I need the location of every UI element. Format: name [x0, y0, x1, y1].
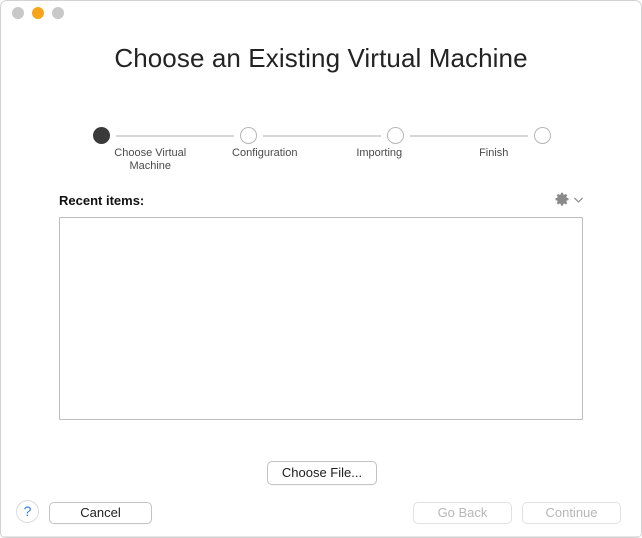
gear-menu-button[interactable] [554, 192, 583, 208]
step-label-configuration: Configuration [232, 147, 298, 159]
recent-items-empty-area [60, 218, 582, 419]
traffic-light-group [12, 7, 64, 19]
step-connector-3 [410, 134, 528, 137]
minimize-button-icon[interactable] [32, 7, 44, 19]
step-node-choose-virtual-machine [93, 127, 110, 144]
cancel-button[interactable]: Cancel [49, 502, 152, 524]
step-indicator: Choose Virtual Machine Configuration Imp… [93, 127, 551, 177]
step-node-finish [534, 127, 551, 144]
close-button-icon[interactable] [12, 7, 24, 19]
help-button[interactable]: ? [16, 500, 39, 523]
step-indicator-labels: Choose Virtual Machine Configuration Imp… [93, 147, 551, 173]
step-node-importing [387, 127, 404, 144]
choose-file-button[interactable]: Choose File... [267, 461, 377, 485]
vm-import-wizard-window: Choose an Existing Virtual Machine Choos… [0, 0, 642, 538]
gear-icon [555, 192, 569, 206]
step-label-importing: Importing [356, 147, 403, 159]
recent-items-label: Recent items: [59, 193, 145, 208]
step-indicator-track [93, 127, 551, 144]
step-node-configuration [240, 127, 257, 144]
step-connector-1 [116, 134, 234, 137]
zoom-button-icon[interactable] [52, 7, 64, 19]
chevron-down-icon [574, 197, 583, 203]
window-bottom-edge [1, 536, 641, 537]
continue-button[interactable]: Continue [522, 502, 621, 524]
page-title: Choose an Existing Virtual Machine [114, 43, 528, 73]
step-connector-2 [263, 134, 381, 137]
step-label-finish: Finish [479, 147, 509, 159]
window-titlebar [1, 1, 641, 25]
recent-items-list[interactable] [59, 217, 583, 420]
step-label-choose-virtual-machine: Choose Virtual Machine [114, 147, 187, 172]
go-back-button[interactable]: Go Back [413, 502, 512, 524]
recent-items-header-row: Recent items: [59, 192, 583, 214]
